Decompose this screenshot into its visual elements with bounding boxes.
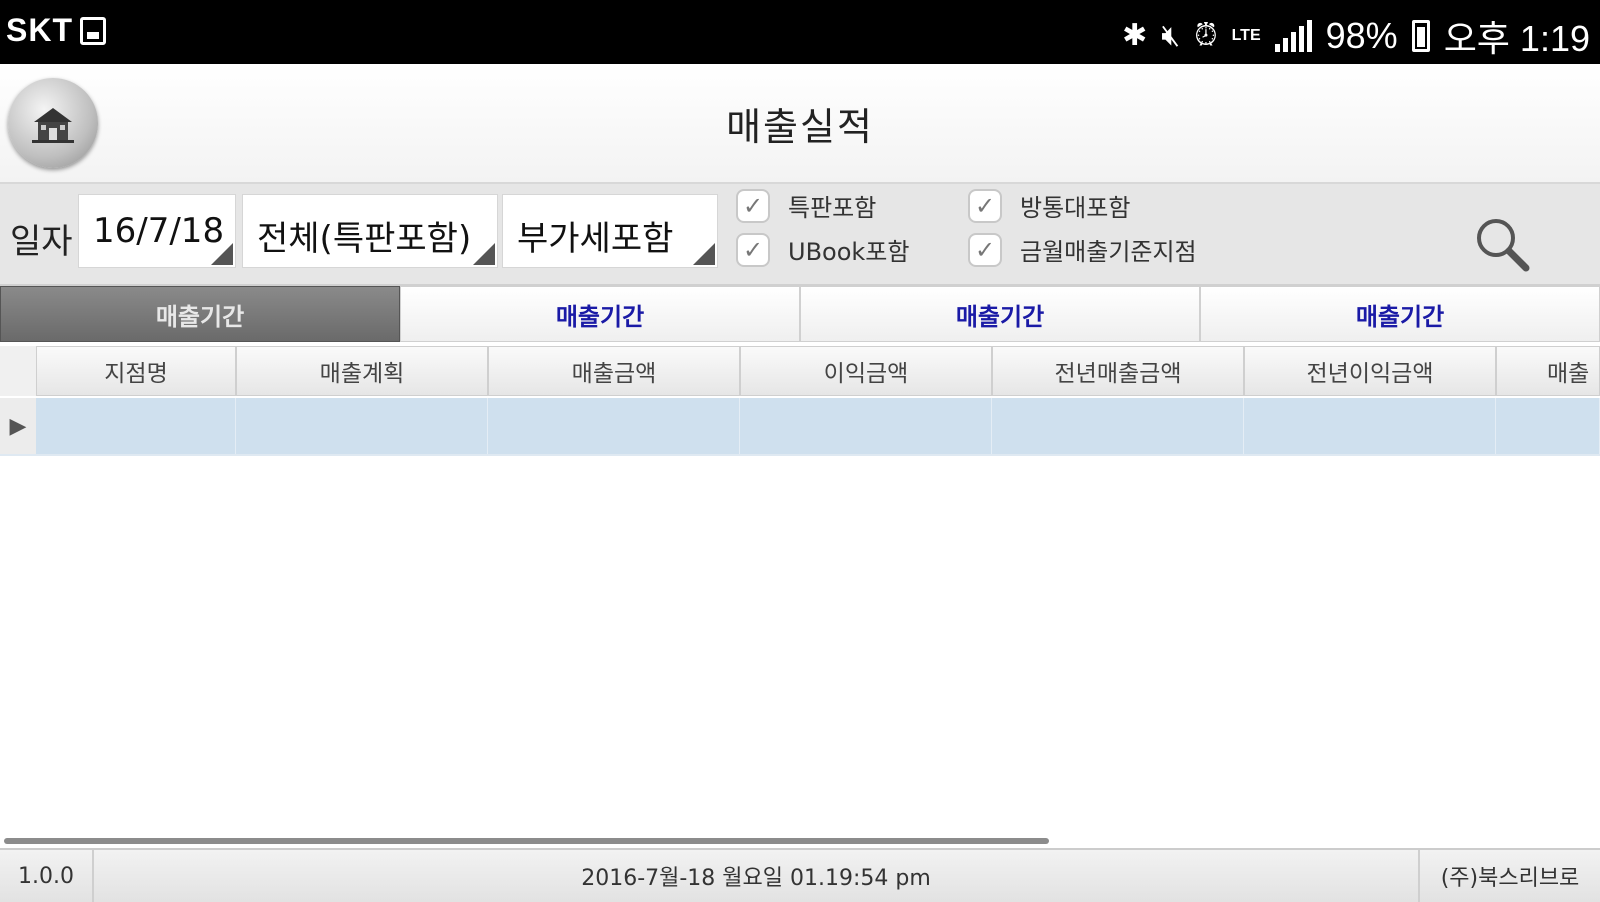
tab-period-2[interactable]: 매출기간 <box>400 286 800 342</box>
battery-icon <box>1411 20 1430 52</box>
carrier-label: SKT <box>6 12 73 48</box>
checkbox-special-sales[interactable]: ✓ 특판포함 <box>736 188 876 223</box>
checkbox-ubook[interactable]: ✓ UBook포함 <box>736 232 909 267</box>
footer-bar: 1.0.0 2016-7월-18 월요일 01.19:54 pm (주)북스리브… <box>0 848 1600 902</box>
checkbox-label: 금월매출기준지점 <box>1020 238 1197 266</box>
scope-dropdown[interactable]: 전체(특판포함) <box>242 194 498 268</box>
row-pointer-icon: ▶ <box>0 398 36 454</box>
column-header-branch[interactable]: 지점명 <box>36 346 236 396</box>
check-icon: ✓ <box>736 188 770 223</box>
column-header-sales-plan[interactable]: 매출계획 <box>236 346 488 396</box>
bluetooth-icon: ✱ <box>1122 19 1148 52</box>
table-cell[interactable] <box>488 398 740 454</box>
column-header-sales-amount[interactable]: 매출금액 <box>488 346 740 396</box>
title-bar: 매출실적 <box>0 64 1600 184</box>
column-header-prev-profit[interactable]: 전년이익금액 <box>1244 346 1496 396</box>
column-header-profit-amount[interactable]: 이익금액 <box>740 346 992 396</box>
status-icons: ✱ 🔇︎ ⏰︎ LTE 98% 오후 1:19 <box>1122 10 1590 62</box>
datetime-label: 2016-7월-18 월요일 01.19:54 pm <box>581 866 931 891</box>
table-cell[interactable] <box>36 398 236 454</box>
check-icon: ✓ <box>736 232 770 267</box>
column-header-sales-cut[interactable]: 매출 <box>1496 346 1600 396</box>
check-icon: ✓ <box>968 232 1002 267</box>
alarm-icon: ⏰︎ <box>1194 19 1218 52</box>
vat-dropdown[interactable]: 부가세포함 <box>502 194 718 268</box>
table-cell[interactable] <box>1244 398 1496 454</box>
date-picker[interactable]: 16/7/18 <box>78 194 236 268</box>
signal-icon <box>1274 20 1312 52</box>
table-cell[interactable] <box>992 398 1244 454</box>
check-icon: ✓ <box>968 188 1002 223</box>
checkbox-knou[interactable]: ✓ 방통대포함 <box>968 188 1130 223</box>
network-type-label: LTE <box>1231 27 1261 44</box>
column-header-prev-sales[interactable]: 전년매출금액 <box>992 346 1244 396</box>
checkbox-monthly-branch[interactable]: ✓ 금월매출기준지점 <box>968 232 1197 267</box>
checkbox-label: UBook포함 <box>788 238 910 266</box>
period-tabs: 매출기간 매출기간 매출기간 매출기간 <box>0 286 1600 342</box>
table-cell[interactable] <box>1496 398 1600 454</box>
tab-period-1[interactable]: 매출기간 <box>0 286 400 342</box>
grid-header: 지점명 매출계획 매출금액 이익금액 전년매출금액 전년이익금액 매출 <box>0 346 1600 396</box>
tab-period-4[interactable]: 매출기간 <box>1200 286 1600 342</box>
page-title: 매출실적 <box>726 105 874 149</box>
version-label: 1.0.0 <box>0 850 94 902</box>
mute-icon: 🔇︎ <box>1161 19 1181 52</box>
table-cell[interactable] <box>236 398 488 454</box>
clock: 오후 1:19 <box>1443 18 1590 59</box>
battery-percent: 98% <box>1325 15 1398 56</box>
date-label: 일자 <box>10 222 73 262</box>
grid-corner <box>0 346 37 396</box>
horizontal-scrollbar[interactable] <box>4 838 1049 844</box>
sales-grid: 지점명 매출계획 매출금액 이익금액 전년매출금액 전년이익금액 매출 ▶ <box>0 346 1600 458</box>
company-label: (주)북스리브로 <box>1418 850 1600 902</box>
gallery-icon <box>80 17 106 45</box>
checkbox-label: 방통대포함 <box>1020 194 1131 222</box>
table-row[interactable]: ▶ <box>0 398 1600 456</box>
status-bar: SKT ✱ 🔇︎ ⏰︎ LTE 98% 오후 1:19 <box>0 0 1600 64</box>
checkbox-label: 특판포함 <box>788 194 877 222</box>
filter-bar: 일자 16/7/18 전체(특판포함) 부가세포함 ✓ 특판포함 ✓ 방통대포함… <box>0 184 1600 286</box>
search-icon[interactable] <box>1472 214 1536 278</box>
tab-period-3[interactable]: 매출기간 <box>800 286 1200 342</box>
table-cell[interactable] <box>740 398 992 454</box>
